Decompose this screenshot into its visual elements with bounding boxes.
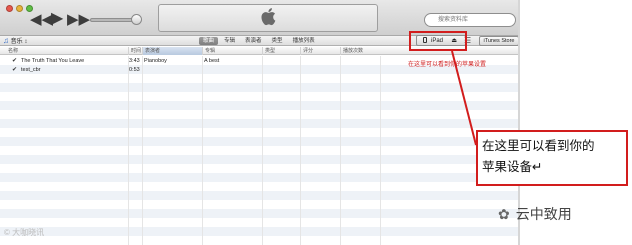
annotation-callout: 在这里可以看到你的 苹果设备↵ xyxy=(476,130,628,186)
column-divider xyxy=(340,56,341,245)
minimize-button[interactable] xyxy=(16,5,23,12)
song-artist: Pianoboy xyxy=(144,58,167,64)
column-header-genre[interactable]: 类型 xyxy=(262,47,300,55)
watermark-left: © 大咖晓讯 xyxy=(4,228,45,237)
music-note-icon: ♫ xyxy=(3,36,9,45)
next-track-button[interactable]: ▶▶ xyxy=(67,12,90,27)
watermark-right: ✿ 云中致用 xyxy=(498,205,572,223)
column-header-rating[interactable]: 评分 xyxy=(300,47,340,55)
row-checkbox[interactable]: ✔ xyxy=(12,66,17,75)
column-header-album[interactable]: 专辑 xyxy=(202,47,262,55)
callout-line-1: 在这里可以看到你的 xyxy=(482,139,595,153)
song-name: The Truth That You Leave xyxy=(21,58,85,64)
tab-artists[interactable]: 表演者 xyxy=(241,37,266,45)
song-album: A best xyxy=(204,58,220,64)
column-header-plays[interactable]: 播放次数 xyxy=(340,47,380,55)
tab-albums[interactable]: 专辑 xyxy=(220,37,239,45)
close-button[interactable] xyxy=(6,5,13,12)
volume-knob[interactable] xyxy=(131,14,142,25)
song-time: 0:53 xyxy=(129,67,140,73)
play-button[interactable]: ▶ xyxy=(51,11,63,27)
watermark-right-text: 云中致用 xyxy=(515,206,572,222)
song-name: test_cbr xyxy=(21,67,41,73)
view-tabs: 歌曲 专辑 表演者 类型 播放列表 xyxy=(199,37,319,45)
itunes-window: ◀◀ ▶ ▶▶ ⚲ 搜索资料库 ♫ 音乐 ↕ 歌曲 专辑 表演者 类型 播放列表… xyxy=(0,0,632,245)
column-divider xyxy=(380,56,381,245)
annotation-small-note: 在这里可以看到你的苹果设置 xyxy=(408,62,487,68)
previous-track-button[interactable]: ◀◀ xyxy=(30,12,53,27)
updown-chevron-icon: ↕ xyxy=(24,39,28,45)
highlight-box xyxy=(409,31,467,51)
row-checkbox[interactable]: ✔ xyxy=(12,57,17,66)
callout-line-2: 苹果设备↵ xyxy=(482,160,543,174)
wechat-icon: ✿ xyxy=(498,206,510,222)
song-list xyxy=(0,56,520,245)
column-header-artist[interactable]: 表演者 xyxy=(142,47,202,55)
apple-logo-icon xyxy=(253,7,283,31)
column-divider xyxy=(300,56,301,245)
song-time: 3:43 xyxy=(129,58,140,64)
column-divider xyxy=(142,56,143,245)
column-divider xyxy=(202,56,203,245)
source-selector[interactable]: ♫ 音乐 ↕ xyxy=(3,37,27,46)
tab-genres[interactable]: 类型 xyxy=(268,37,287,45)
tab-songs[interactable]: 歌曲 xyxy=(199,37,219,45)
column-divider xyxy=(262,56,263,245)
tab-playlists[interactable]: 播放列表 xyxy=(289,37,319,45)
column-header-time[interactable]: 时间 xyxy=(128,47,142,55)
now-playing-display xyxy=(158,4,378,32)
column-divider xyxy=(128,56,129,245)
column-header-name[interactable]: 名称 xyxy=(6,47,128,55)
itunes-store-button[interactable]: iTunes Store xyxy=(479,36,519,46)
search-input[interactable]: 搜索资料库 xyxy=(424,13,516,27)
source-label: 音乐 xyxy=(10,39,23,45)
